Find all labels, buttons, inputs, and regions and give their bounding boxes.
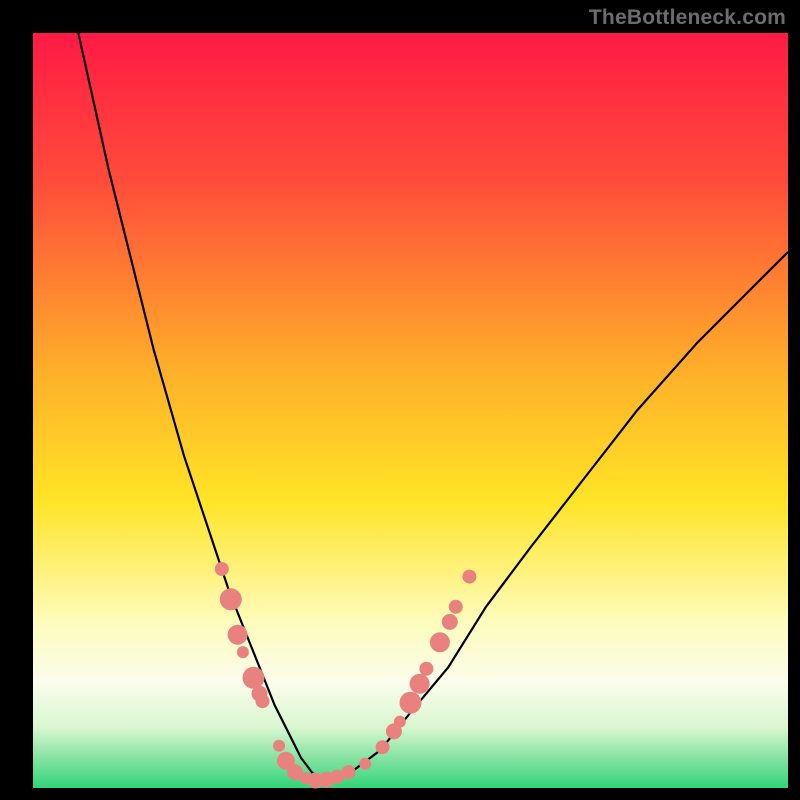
marker-dot — [237, 646, 249, 658]
marker-dot — [394, 716, 406, 728]
marker-dot — [419, 662, 433, 676]
marker-dot — [400, 692, 422, 714]
marker-dot — [228, 625, 248, 645]
marker-dot — [256, 694, 270, 708]
marker-dot — [342, 765, 356, 779]
marker-dot — [442, 614, 458, 630]
marker-dot — [215, 562, 229, 576]
marker-dot — [376, 740, 390, 754]
marker-dot — [273, 740, 285, 752]
gradient-background — [33, 33, 788, 788]
image-root: TheBottleneck.com — [0, 0, 800, 800]
marker-dot — [462, 570, 476, 584]
bottleneck-chart — [0, 0, 800, 800]
marker-dot — [243, 667, 265, 689]
marker-dot — [220, 588, 242, 610]
marker-dot — [359, 758, 371, 770]
marker-dot — [430, 632, 450, 652]
marker-dot — [410, 674, 430, 694]
marker-dot — [449, 600, 463, 614]
watermark-text: TheBottleneck.com — [589, 6, 786, 30]
